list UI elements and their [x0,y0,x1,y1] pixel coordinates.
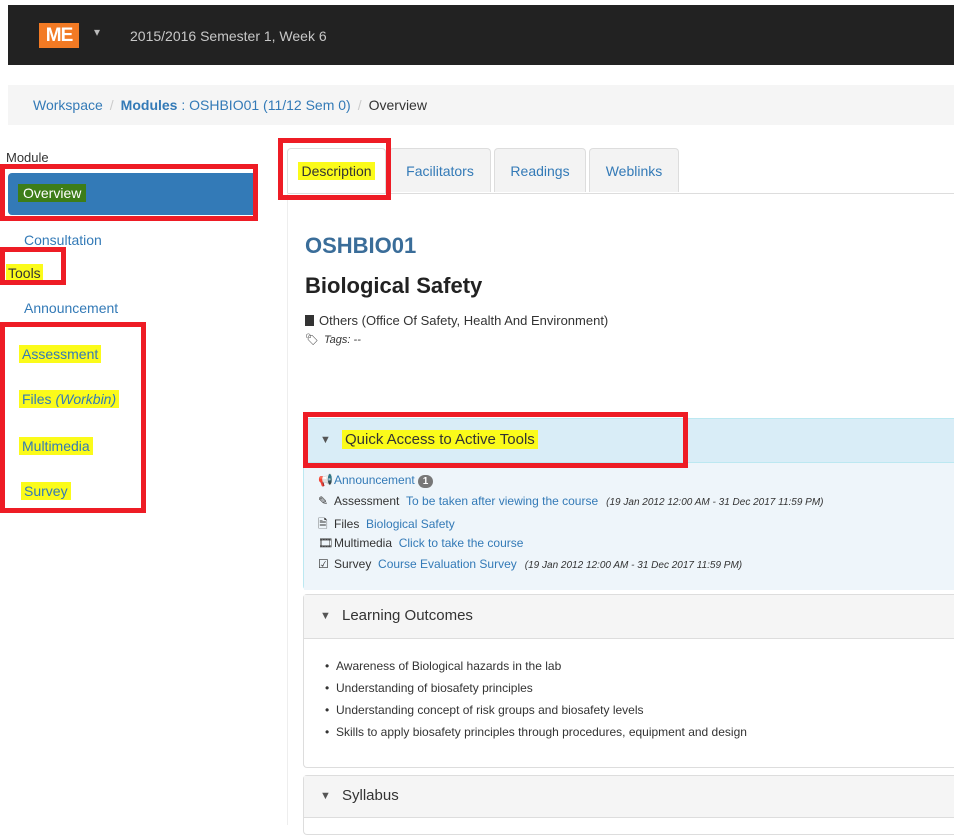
top-navbar: ME ▾ 2015/2016 Semester 1, Week 6 [8,5,954,65]
sidebar-module-header: Module [6,150,49,165]
sidebar-item-consultation[interactable]: Consultation [24,232,102,248]
learning-outcomes-title: Learning Outcomes [342,607,473,624]
module-tags: 🏷 Tags: -- [305,333,361,346]
checkbox-icon: ☑ [318,557,329,571]
qa-multimedia: 🎞Multimedia Click to take the course [318,536,523,550]
qa-assessment-dates: (19 Jan 2012 12:00 AM - 31 Dec 2017 11:5… [606,497,824,508]
syllabus-header[interactable]: ▼ Syllabus [304,776,954,818]
tab-facilitators[interactable]: Facilitators [389,148,491,192]
list-item: Skills to apply biosafety principles thr… [325,725,747,739]
tags-icon: 🏷 [305,334,319,346]
chevron-down-icon: ▼ [320,610,331,622]
qa-announcement-link[interactable]: Announcement [334,473,415,487]
annotation-box-tool-list [0,322,146,513]
qa-files: 🗎 Files Biological Safety [318,515,455,536]
edit-icon: ✎ [318,494,329,508]
tab-readings[interactable]: Readings [494,148,586,192]
learning-outcomes-header[interactable]: ▼ Learning Outcomes [304,595,954,639]
breadcrumb-workspace[interactable]: Workspace [33,97,103,113]
list-item: Understanding of biosafety principles [325,681,533,695]
qa-assessment-link[interactable]: To be taken after viewing the course [406,494,598,508]
annotation-box-overview [0,164,258,221]
annotation-box-description-tab [278,138,391,200]
department-text: Others (Office Of Safety, Health And Env… [319,313,609,328]
module-title: Biological Safety [305,273,483,298]
qa-survey-link[interactable]: Course Evaluation Survey [378,557,517,571]
qa-label: Files [334,517,360,531]
content-divider [287,193,288,825]
qa-files-link[interactable]: Biological Safety [366,517,455,531]
qa-survey: ☑ Survey Course Evaluation Survey (19 Jan … [318,557,742,571]
breadcrumb-modules-label: Modules [120,97,178,113]
qa-survey-dates: (19 Jan 2012 12:00 AM - 31 Dec 2017 11:5… [524,560,743,571]
module-department: Others (Office Of Safety, Health And Env… [305,313,608,328]
learning-outcomes-panel: ▼ Learning Outcomes Awareness of Biologi… [303,594,954,768]
breadcrumb-module-ref: : OSHBIO01 (11/12 Sem 0) [177,97,351,113]
qa-assessment: ✎ Assessment To be taken after viewing th… [318,494,824,508]
film-icon: 🎞 [318,536,334,550]
chevron-down-icon[interactable]: ▾ [94,25,100,39]
list-item: Awareness of Biological hazards in the l… [325,659,561,673]
tab-weblinks[interactable]: Weblinks [589,148,679,192]
file-icon: 🗎 [318,517,328,531]
syllabus-panel: ▼ Syllabus [303,775,954,835]
announcement-count-badge: 1 [417,475,434,488]
qa-announcement: 📢Announcement 1 [318,473,434,488]
breadcrumb-current: Overview [368,97,427,113]
annotation-box-tools [0,247,66,285]
breadcrumb-module[interactable]: Modules : OSHBIO01 (11/12 Sem 0) [121,97,351,113]
sidebar-item-announcement[interactable]: Announcement [24,300,118,316]
breadcrumb-separator: / [357,97,362,113]
app-logo[interactable]: ME [39,23,79,48]
building-icon [305,315,314,326]
list-item: Understanding concept of risk groups and… [325,703,643,717]
tags-text: Tags: -- [323,334,361,346]
bullhorn-icon: 📢 [318,473,333,487]
quick-access-body: 📢Announcement 1 ✎ Assessment To be taken a… [304,463,954,590]
breadcrumb-separator: / [109,97,114,113]
chevron-down-icon: ▼ [320,790,331,802]
annotation-box-quick-access [303,412,688,468]
qa-label: Multimedia [334,536,393,550]
semester-label: 2015/2016 Semester 1, Week 6 [130,28,327,44]
qa-label: Survey [334,557,372,571]
breadcrumb: Workspace / Modules : OSHBIO01 (11/12 Sem … [8,85,954,125]
syllabus-title: Syllabus [342,787,399,804]
qa-multimedia-link[interactable]: Click to take the course [399,536,524,550]
module-code: OSHBIO01 [305,233,417,258]
qa-label: Assessment [334,494,400,508]
